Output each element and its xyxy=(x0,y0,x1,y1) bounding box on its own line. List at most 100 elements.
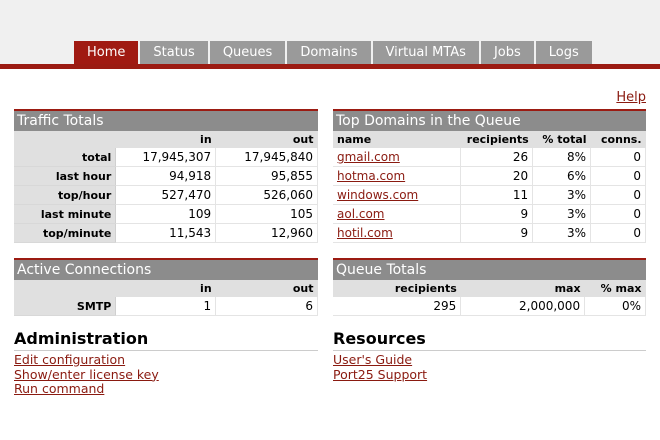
pct-total-cell: 3% xyxy=(532,204,592,224)
blank-header-cell xyxy=(14,131,116,148)
resources-links: User's Guide Port25 Support xyxy=(333,352,427,383)
pct-total-cell: 6% xyxy=(532,166,592,186)
conns-cell: 0 xyxy=(590,166,646,186)
administration-heading: Administration xyxy=(14,329,318,351)
edit-configuration-link[interactable]: Edit configuration xyxy=(14,352,159,368)
traffic-totals-title: Traffic Totals xyxy=(14,109,318,131)
domain-cell: hotil.com xyxy=(333,223,462,243)
value-in: 527,470 xyxy=(115,185,217,205)
top-domains-panel: Top Domains in the Queue name recipients… xyxy=(333,109,646,243)
blank-header-cell xyxy=(14,280,116,297)
domain-link[interactable]: hotil.com xyxy=(337,226,393,240)
domain-cell: gmail.com xyxy=(333,148,462,167)
tab-home[interactable]: Home xyxy=(74,41,139,64)
value-in: 109 xyxy=(115,204,217,224)
table-row: total 17,945,307 17,945,840 xyxy=(14,148,318,167)
table-row: top/minute 11,543 12,960 xyxy=(14,223,318,243)
pct-total-cell: 8% xyxy=(532,148,592,167)
table-row: windows.com 11 3% 0 xyxy=(333,185,646,205)
column-header-out: out xyxy=(215,131,318,148)
conns-cell: 0 xyxy=(590,148,646,167)
tab-virtual-mtas[interactable]: Virtual MTAs xyxy=(372,41,479,64)
value-in: 1 xyxy=(115,297,217,316)
row-label: last hour xyxy=(14,166,117,186)
queue-totals-title: Queue Totals xyxy=(333,258,646,280)
table-header-row: in out xyxy=(14,131,318,148)
traffic-totals-table: in out total 17,945,307 17,945,840 last … xyxy=(14,131,318,243)
tab-logs[interactable]: Logs xyxy=(535,41,592,64)
value-in: 11,543 xyxy=(115,223,217,243)
row-label: SMTP xyxy=(14,297,117,316)
value-out: 12,960 xyxy=(215,223,318,243)
table-row: last hour 94,918 95,855 xyxy=(14,166,318,186)
pct-total-cell: 3% xyxy=(532,185,592,205)
domain-link[interactable]: gmail.com xyxy=(337,150,400,164)
top-domains-title: Top Domains in the Queue xyxy=(333,109,646,131)
table-row: gmail.com 26 8% 0 xyxy=(333,148,646,167)
conns-cell: 0 xyxy=(590,185,646,205)
tab-jobs[interactable]: Jobs xyxy=(480,41,534,64)
domain-cell: hotma.com xyxy=(333,166,462,186)
column-header-pct-total: % total xyxy=(532,131,591,148)
recipients-cell: 9 xyxy=(460,204,534,224)
value-out: 526,060 xyxy=(215,185,318,205)
queue-totals-panel: Queue Totals recipients max % max 295 2,… xyxy=(333,258,646,316)
recipients-cell: 295 xyxy=(333,297,462,316)
nav-tabs: Home Status Queues Domains Virtual MTAs … xyxy=(74,41,594,64)
column-header-recipients: recipients xyxy=(333,280,461,297)
port25-support-link[interactable]: Port25 Support xyxy=(333,367,427,383)
row-label: total xyxy=(14,148,117,167)
table-row: hotil.com 9 3% 0 xyxy=(333,223,646,243)
value-out: 17,945,840 xyxy=(215,148,318,167)
table-row: hotma.com 20 6% 0 xyxy=(333,166,646,186)
row-label: last minute xyxy=(14,204,117,224)
administration-links: Edit configuration Show/enter license ke… xyxy=(14,352,159,397)
domain-link[interactable]: windows.com xyxy=(337,188,418,202)
table-header-row: name recipients % total conns. xyxy=(333,131,646,148)
table-row: last minute 109 105 xyxy=(14,204,318,224)
recipients-cell: 26 xyxy=(460,148,534,167)
value-out: 6 xyxy=(215,297,318,316)
column-header-name: name xyxy=(333,131,461,148)
table-row: aol.com 9 3% 0 xyxy=(333,204,646,224)
row-label: top/hour xyxy=(14,185,117,205)
active-connections-panel: Active Connections in out SMTP 1 6 xyxy=(14,258,318,316)
top-domains-table: name recipients % total conns. gmail.com… xyxy=(333,131,646,243)
recipients-cell: 11 xyxy=(460,185,534,205)
domain-link[interactable]: hotma.com xyxy=(337,169,405,183)
column-header-conns: conns. xyxy=(590,131,646,148)
recipients-cell: 20 xyxy=(460,166,534,186)
table-row: top/hour 527,470 526,060 xyxy=(14,185,318,205)
domain-cell: windows.com xyxy=(333,185,462,205)
help-link[interactable]: Help xyxy=(616,90,646,105)
column-header-recipients: recipients xyxy=(460,131,533,148)
conns-cell: 0 xyxy=(590,223,646,243)
value-out: 95,855 xyxy=(215,166,318,186)
nav-underline xyxy=(0,64,660,69)
domain-cell: aol.com xyxy=(333,204,462,224)
value-out: 105 xyxy=(215,204,318,224)
domain-link[interactable]: aol.com xyxy=(337,207,384,221)
license-key-link[interactable]: Show/enter license key xyxy=(14,367,159,383)
pct-max-cell: 0% xyxy=(584,297,646,316)
users-guide-link[interactable]: User's Guide xyxy=(333,352,427,368)
active-connections-title: Active Connections xyxy=(14,258,318,280)
pct-total-cell: 3% xyxy=(532,223,592,243)
traffic-totals-panel: Traffic Totals in out total 17,945,307 1… xyxy=(14,109,318,243)
table-header-row: recipients max % max xyxy=(333,280,646,297)
tab-domains[interactable]: Domains xyxy=(287,41,371,64)
tab-queues[interactable]: Queues xyxy=(209,41,286,64)
table-header-row: in out xyxy=(14,280,318,297)
value-in: 17,945,307 xyxy=(115,148,217,167)
tab-status[interactable]: Status xyxy=(140,41,208,64)
active-connections-table: in out SMTP 1 6 xyxy=(14,280,318,316)
table-row: SMTP 1 6 xyxy=(14,297,318,316)
conns-cell: 0 xyxy=(590,204,646,224)
queue-totals-table: recipients max % max 295 2,000,000 0% xyxy=(333,280,646,316)
value-in: 94,918 xyxy=(115,166,217,186)
row-label: top/minute xyxy=(14,223,117,243)
max-cell: 2,000,000 xyxy=(460,297,586,316)
column-header-in: in xyxy=(115,131,216,148)
run-command-link[interactable]: Run command xyxy=(14,381,159,397)
table-row: 295 2,000,000 0% xyxy=(333,297,646,316)
